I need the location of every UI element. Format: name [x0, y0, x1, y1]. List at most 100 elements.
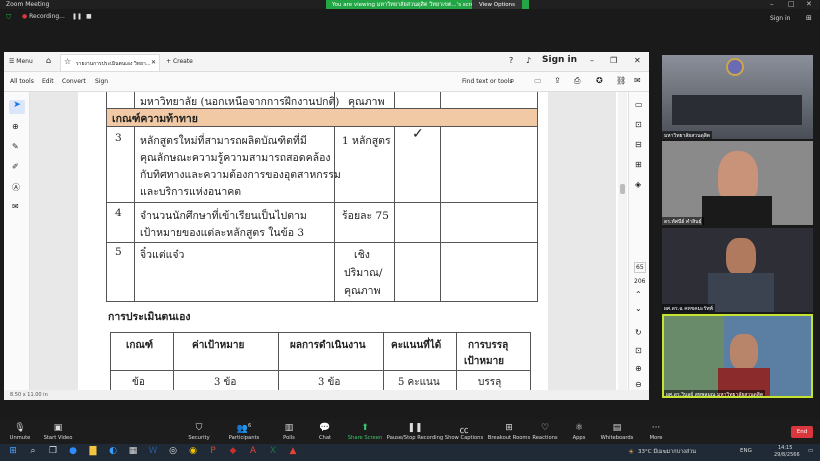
convert-tab[interactable]: Convert	[62, 78, 86, 85]
start-video-button[interactable]: ▣ Start Video	[34, 423, 82, 441]
pages-icon[interactable]: ⊟	[635, 140, 642, 149]
meeting-room-image	[672, 95, 802, 125]
eval-value: 5 คะแนน	[398, 377, 440, 388]
rotate-icon[interactable]: ↻	[635, 328, 642, 337]
clock-date[interactable]: 29/8/2566	[774, 452, 800, 458]
line-icon[interactable]: ◆	[226, 446, 240, 459]
word-icon[interactable]: W	[146, 446, 160, 459]
document-tab[interactable]: ☆ รายงานการประเมินตนเอง วิทยา... ✕	[60, 54, 160, 71]
chevron-down-icon[interactable]: ⌄	[635, 304, 642, 313]
scrollbar-thumb[interactable]	[620, 184, 625, 194]
stop-icon[interactable]: ■	[86, 13, 92, 20]
participant-tile[interactable]: ดร.ทัศนีย์ คำสินธุ์	[662, 141, 813, 225]
select-tool-icon[interactable]: ➤	[9, 100, 25, 114]
participant-name: มหาวิทยาลัยสวนดุสิต	[662, 131, 713, 139]
security-button[interactable]: ⛉ Security	[175, 423, 223, 441]
weather-text[interactable]: 33°C มีเมฆมากบางส่วน	[638, 448, 696, 456]
participant-tile-active[interactable]: ผศ.ดร.วิบูลย์ สทพลมณ มหาวิทยาลัยสวนดุสิต	[662, 314, 813, 398]
vertical-scrollbar[interactable]	[618, 92, 627, 390]
add-comment-icon[interactable]: ⊕	[12, 122, 19, 131]
thumbnails-icon[interactable]: ⊞	[635, 160, 642, 169]
clock-time[interactable]: 14:15	[778, 445, 792, 451]
page-number-input[interactable]: 65	[634, 262, 646, 273]
chrome-icon[interactable]: ◉	[186, 446, 200, 459]
stamp-icon[interactable]: ✉	[12, 202, 19, 211]
zoom-app-icon[interactable]: ●	[66, 446, 80, 459]
layers-icon[interactable]: ◈	[635, 180, 641, 189]
upload-icon[interactable]: ⇪	[554, 76, 561, 85]
maximize-icon[interactable]: □	[788, 0, 795, 8]
toolbar-label: Whiteboards	[600, 435, 634, 441]
help-icon[interactable]: ?	[509, 56, 513, 65]
edge-icon[interactable]: ◐	[106, 446, 120, 459]
home-icon[interactable]: ⌂	[46, 56, 51, 65]
excel-icon[interactable]: X	[266, 446, 280, 459]
zoom-in-icon[interactable]: ⊕	[635, 364, 642, 373]
pdf-icon[interactable]: ▲	[286, 446, 300, 459]
notification-icon[interactable]: ▭	[808, 448, 813, 454]
participant-name: ผศ.ดร.ฉ คหขคมะรัทพ์	[662, 304, 715, 312]
language-indicator[interactable]: ENG	[740, 448, 752, 454]
link-icon[interactable]: ⛓	[616, 76, 626, 85]
chevron-up-icon[interactable]: ⌃	[635, 290, 642, 299]
end-meeting-button[interactable]: End	[791, 426, 813, 438]
create-button[interactable]: + Create	[166, 58, 193, 65]
pause-icon[interactable]: ❚❚	[72, 13, 82, 20]
pen-icon[interactable]: ✎	[12, 142, 19, 151]
edit-tab[interactable]: Edit	[42, 78, 54, 85]
pdf-page: มหาวิทยาลัย (นอกเหนือจากการฝึกงานปกติ) ค…	[78, 92, 548, 390]
participant-tile[interactable]: มหาวิทยาลัยสวนดุสิต	[662, 55, 813, 139]
participant-face	[726, 238, 756, 276]
more-button[interactable]: ··· More	[632, 423, 680, 441]
table-border	[537, 92, 538, 302]
print-icon[interactable]: ⎙	[574, 76, 580, 86]
view-options-button[interactable]: View Options	[472, 0, 522, 9]
table-border	[106, 242, 538, 243]
search-icon[interactable]: ⌕	[510, 76, 514, 86]
text-icon[interactable]: Ⓐ	[12, 182, 20, 193]
zoom-meeting-controls: 🎙 Unmute ▣ Start Video ⛉ Security 👥6 Partici…	[0, 420, 820, 444]
mail-icon[interactable]: ✉	[634, 76, 641, 85]
star-icon[interactable]: ☆	[64, 57, 71, 66]
acrobat-close-icon[interactable]: ✕	[634, 56, 641, 65]
windows-start-icon[interactable]: ⊞	[6, 446, 20, 459]
bookmark-icon[interactable]: ⊡	[635, 120, 642, 129]
store-icon[interactable]: ▦	[126, 446, 140, 459]
draw-icon[interactable]: ✐	[12, 162, 19, 171]
fit-page-icon[interactable]: ⊡	[635, 346, 642, 355]
pause-stop-recording-button[interactable]: ❚❚ Pause/Stop Recording	[386, 423, 444, 441]
acrobat-minimize-icon[interactable]: –	[590, 56, 594, 65]
participants-button[interactable]: 👥6 Participants	[220, 423, 268, 441]
gallery-view-icon[interactable]: ⊞	[806, 14, 812, 22]
document-viewport[interactable]: มหาวิทยาลัย (นอกเหนือจากการฝึกงานปกติ) ค…	[30, 92, 616, 390]
sign-tab[interactable]: Sign	[95, 78, 108, 85]
menu-button[interactable]: ☰ Menu	[9, 58, 33, 65]
record-icon: ❚❚	[407, 423, 423, 433]
row-line: จำนวนนักศึกษาที่เข้าเรียนเป็นไปตาม	[140, 210, 307, 222]
show-captions-button[interactable]: ㏄ Show Captions	[440, 423, 488, 441]
zoom-out-icon[interactable]: ⊖	[635, 380, 642, 389]
bell-icon[interactable]: ♪	[526, 56, 531, 65]
acrobat-icon[interactable]: A	[246, 446, 260, 459]
comment-icon[interactable]: ▭	[534, 76, 542, 85]
all-tools-tab[interactable]: All tools	[10, 78, 34, 85]
comment-panel-icon[interactable]: ▭	[635, 100, 643, 109]
task-view-icon[interactable]: ❐	[46, 446, 60, 459]
share-screen-button[interactable]: ⬆ Share Screen	[341, 423, 389, 441]
zoom-sign-in[interactable]: Sign in	[770, 15, 790, 22]
app-icon[interactable]: ◎	[166, 446, 180, 459]
participant-face	[730, 334, 758, 370]
acrobat-maximize-icon[interactable]: ❐	[610, 56, 617, 65]
create-label: Create	[172, 58, 193, 65]
document-tab-title: รายงานการประเมินตนเอง วิทยา...	[76, 61, 151, 67]
powerpoint-icon[interactable]: P	[206, 446, 220, 459]
participant-tile[interactable]: ผศ.ดร.ฉ คหขคมะรัทพ์	[662, 228, 813, 312]
minimize-icon[interactable]: –	[770, 0, 774, 8]
find-tools-input[interactable]: Find text or tools	[462, 78, 512, 85]
tab-close-icon[interactable]: ✕	[151, 59, 156, 66]
file-explorer-icon[interactable]: ▇	[86, 446, 100, 459]
acrobat-sign-in[interactable]: Sign in	[542, 55, 577, 65]
ai-icon[interactable]: ✪	[596, 76, 603, 85]
search-icon[interactable]: ⌕	[26, 446, 40, 459]
close-icon[interactable]: ✕	[806, 0, 812, 8]
